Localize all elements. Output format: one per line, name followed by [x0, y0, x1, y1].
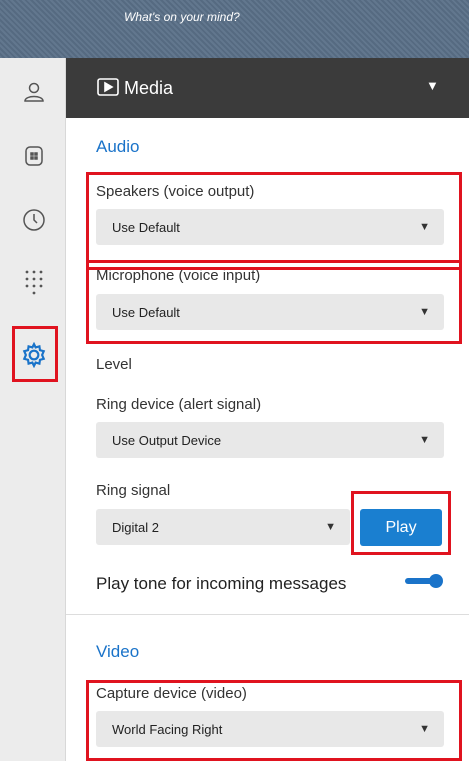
- building-icon[interactable]: [20, 142, 48, 170]
- ring-device-select[interactable]: Use Output Device ▼: [96, 422, 444, 458]
- user-icon[interactable]: [20, 78, 48, 106]
- microphone-select[interactable]: Use Default ▼: [96, 294, 444, 330]
- chevron-down-icon: ▼: [419, 306, 430, 318]
- ring-device-select-value: Use Output Device: [112, 433, 222, 448]
- ring-signal-select[interactable]: Digital 2 ▼: [96, 509, 350, 545]
- section-divider: [66, 614, 469, 615]
- media-panel-header[interactable]: Media ▼: [66, 58, 469, 118]
- audio-section-title: Audio: [96, 137, 140, 156]
- chevron-down-icon: ▼: [419, 434, 430, 446]
- dialpad-icon[interactable]: [20, 268, 48, 296]
- microphone-select-value: Use Default: [112, 305, 180, 320]
- speakers-label: Speakers (voice output): [96, 183, 255, 200]
- collapse-caret-icon[interactable]: ▼: [426, 78, 439, 93]
- chevron-down-icon: ▼: [419, 723, 430, 735]
- level-label: Level: [96, 356, 132, 373]
- incoming-tone-label: Play tone for incoming messages: [96, 574, 347, 593]
- chevron-down-icon: ▼: [419, 221, 430, 233]
- ring-signal-label: Ring signal: [96, 482, 171, 499]
- capture-device-label: Capture device (video): [96, 685, 247, 702]
- left-nav-rail: [0, 58, 66, 761]
- chevron-down-icon: ▼: [325, 521, 336, 533]
- media-play-icon: [97, 78, 119, 101]
- video-section-title: Video: [96, 642, 140, 661]
- play-ring-button[interactable]: Play: [360, 509, 442, 546]
- toggle-knob: [429, 574, 443, 588]
- status-bar[interactable]: What's on your mind?: [0, 0, 469, 58]
- status-placeholder: What's on your mind?: [124, 10, 240, 24]
- clock-icon[interactable]: [20, 206, 48, 234]
- media-title: Media: [124, 78, 174, 98]
- capture-device-select[interactable]: World Facing Right ▼: [96, 711, 444, 747]
- ring-device-label: Ring device (alert signal): [96, 396, 262, 413]
- speakers-select[interactable]: Use Default ▼: [96, 209, 444, 245]
- speakers-select-value: Use Default: [112, 220, 180, 235]
- gear-icon[interactable]: [20, 341, 48, 369]
- microphone-label: Microphone (voice input): [96, 267, 261, 284]
- ring-signal-select-value: Digital 2: [112, 520, 159, 535]
- capture-device-select-value: World Facing Right: [112, 722, 223, 737]
- incoming-tone-toggle[interactable]: [405, 574, 443, 588]
